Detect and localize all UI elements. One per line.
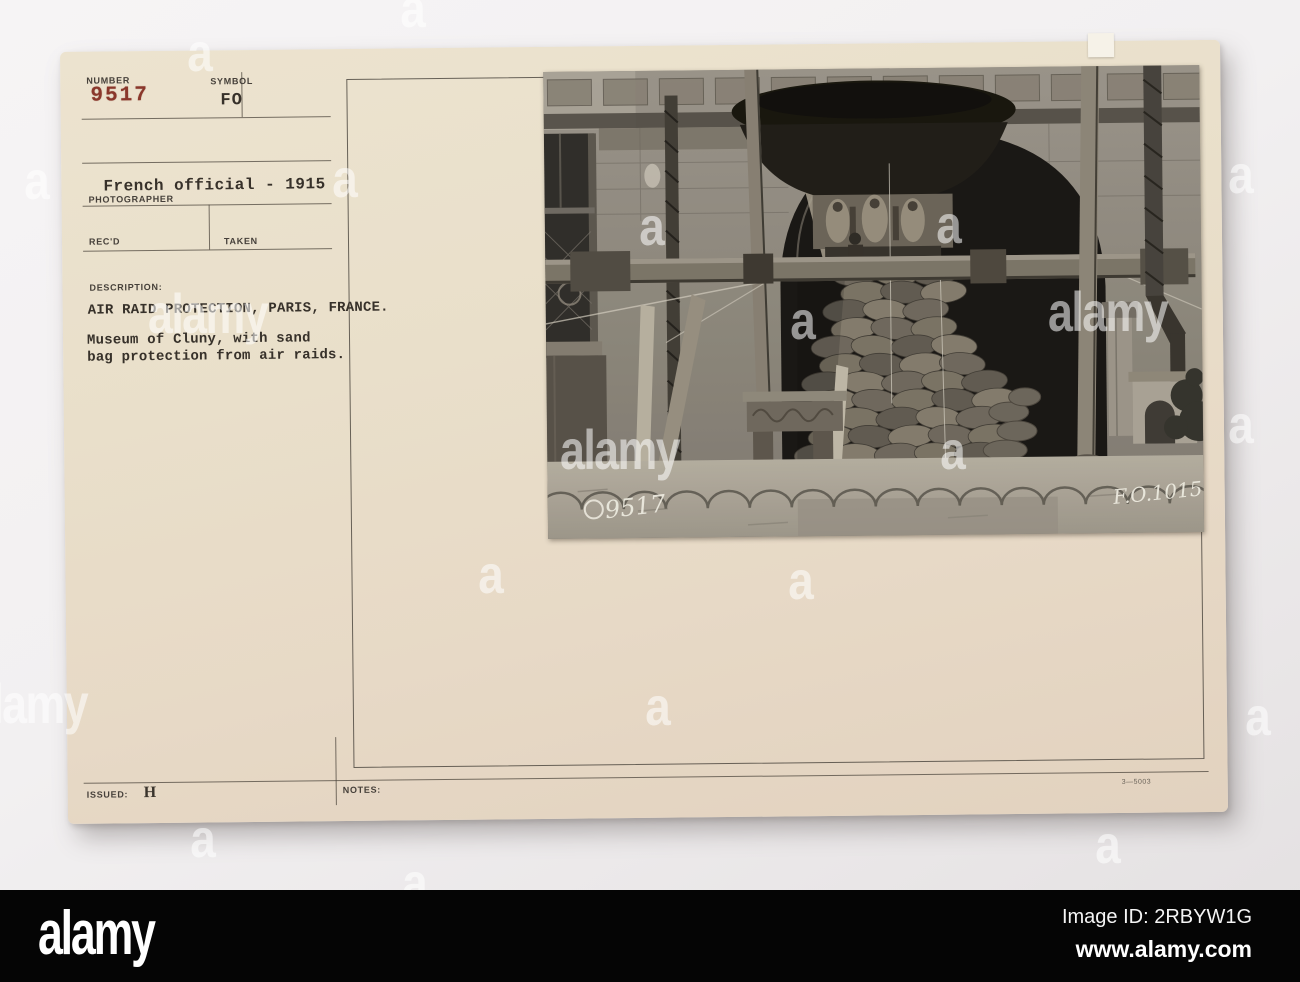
alamy-footer-bar: alamy Image ID: 2RBYW1G www.alamy.com bbox=[0, 890, 1300, 982]
issued-value: H bbox=[143, 784, 157, 802]
symbol-label: SYMBOL bbox=[210, 75, 254, 87]
photo-illustration: 9517 F.O.1015 bbox=[543, 65, 1205, 539]
image-id-text: Image ID: 2RBYW1G bbox=[1061, 906, 1252, 928]
divider-line bbox=[208, 204, 211, 250]
page-background: NUMBER 9517 SYMBOL FO French official - … bbox=[0, 0, 1300, 982]
symbol-value: FO bbox=[220, 91, 244, 111]
watermark-a: a bbox=[1245, 687, 1271, 747]
watermark-a: a bbox=[1095, 815, 1121, 875]
photo-index-card: NUMBER 9517 SYMBOL FO French official - … bbox=[60, 32, 1229, 824]
watermark-a: a bbox=[24, 151, 50, 211]
alamy-url-link[interactable]: www.alamy.com bbox=[1062, 936, 1252, 963]
recd-label: REC'D bbox=[88, 236, 121, 247]
footer-info: Image ID: 2RBYW1G www.alamy.com bbox=[1062, 906, 1252, 963]
alamy-logo: alamy bbox=[38, 899, 156, 968]
issued-label: ISSUED: bbox=[86, 789, 129, 800]
description-line: bag protection from air raids. bbox=[87, 347, 346, 366]
watermark-a: a bbox=[400, 0, 426, 39]
divider-line bbox=[83, 248, 333, 252]
photographer-value: French official - 1915 bbox=[103, 175, 326, 196]
photographer-label: PHOTOGRAPHER bbox=[88, 193, 174, 205]
description-line: Museum of Cluny, with sand bbox=[86, 330, 311, 349]
taken-label: TAKEN bbox=[223, 235, 258, 247]
description-label: DESCRIPTION: bbox=[89, 281, 163, 293]
print-code: 3—5003 bbox=[1121, 778, 1152, 786]
number-value: 9517 bbox=[90, 84, 150, 108]
divider-line bbox=[335, 737, 337, 806]
divider-line bbox=[82, 160, 332, 164]
notes-label: NOTES: bbox=[342, 784, 381, 796]
paper-sticker bbox=[1087, 32, 1115, 58]
divider-line bbox=[81, 116, 331, 120]
divider-line bbox=[83, 771, 1209, 784]
watermark-a: a bbox=[1228, 145, 1254, 205]
watermark-a: a bbox=[1228, 395, 1254, 455]
description-line: AIR RAID PROTECTION, PARIS, FRANCE. bbox=[87, 299, 389, 319]
